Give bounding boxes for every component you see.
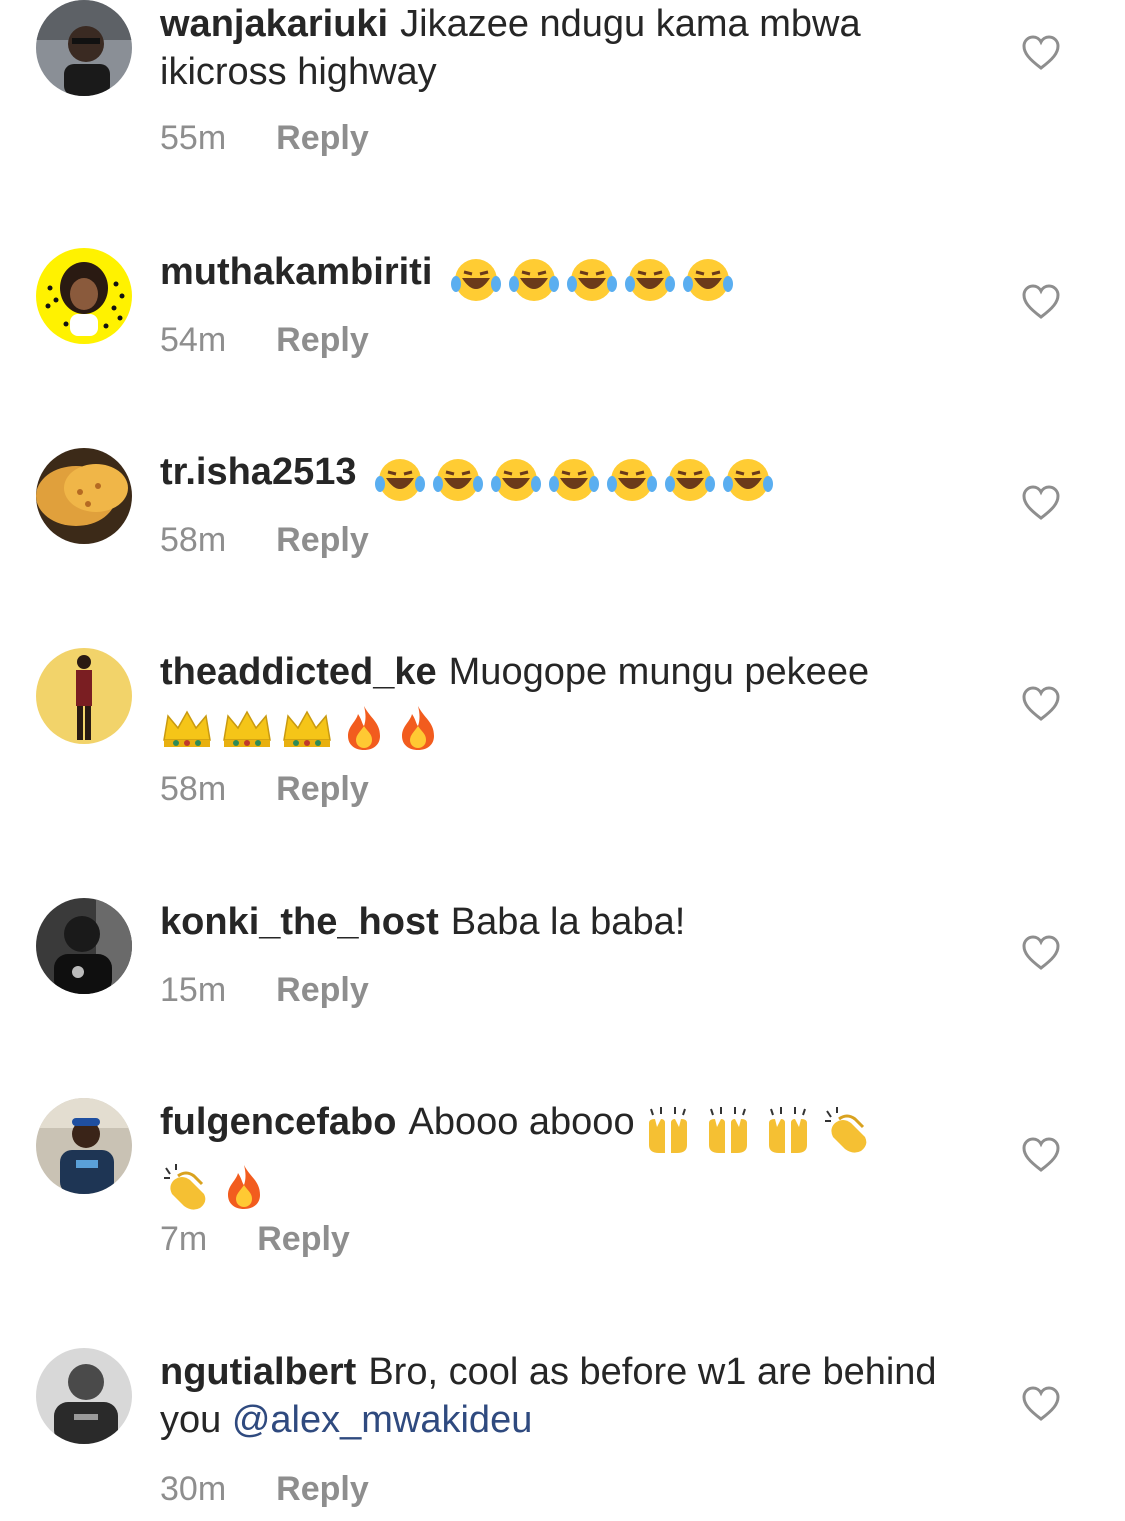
laughing-tears-icon (625, 258, 676, 301)
fire-icon (228, 1164, 260, 1209)
crown-icon (283, 710, 331, 747)
comment-message: Baba la baba! (450, 901, 686, 943)
comment-message: Abooo abooo (408, 1101, 635, 1143)
fire-icon (402, 705, 434, 750)
comment-body: theaddicted_ke Muogope mungu pekeee (160, 648, 980, 752)
heart-outline-icon[interactable] (1021, 686, 1061, 722)
avatar[interactable] (36, 898, 132, 994)
raising-hands-icon (648, 1106, 687, 1153)
crown-icon (223, 710, 271, 747)
comment-time: 58m (160, 770, 227, 808)
avatar[interactable] (36, 448, 132, 544)
laughing-tears-icon (683, 258, 734, 301)
avatar[interactable] (36, 648, 132, 744)
avatar[interactable] (36, 0, 132, 96)
clapping-hands-icon (824, 1106, 866, 1153)
reply-button[interactable]: Reply (276, 970, 369, 1010)
emoji-group (374, 454, 780, 504)
raising-hands-icon (768, 1106, 807, 1153)
laughing-tears-icon (723, 458, 774, 501)
laughing-tears-icon (665, 458, 716, 501)
comment-meta: 30m Reply (160, 1469, 369, 1509)
emoji-group (160, 702, 448, 752)
comment-username[interactable]: fulgencefabo (160, 1101, 396, 1143)
raising-hands-icon (708, 1106, 747, 1153)
avatar[interactable] (36, 248, 132, 344)
fire-icon (348, 705, 380, 750)
reply-button[interactable]: Reply (257, 1219, 350, 1259)
reply-button[interactable]: Reply (276, 1469, 369, 1509)
comment-meta: 15m Reply (160, 970, 369, 1010)
comment-text: wanjakariuki Jikazee ndugu kama mbwa ikic… (160, 0, 980, 96)
emoji-group (450, 254, 740, 304)
comment-meta: 58m Reply (160, 520, 369, 560)
comment-time: 30m (160, 1470, 227, 1508)
comment-username[interactable]: wanjakariuki (160, 3, 388, 45)
comment-username[interactable]: theaddicted_ke (160, 651, 437, 693)
crown-icon (163, 710, 211, 747)
avatar[interactable] (36, 1348, 132, 1444)
comment-body: muthakambiriti (160, 248, 980, 304)
avatar[interactable] (36, 1098, 132, 1194)
comment-body: ngutialbert Bro, cool as before w1 are be… (160, 1348, 980, 1444)
comment-body: fulgencefabo Abooo abooo (160, 1098, 980, 1212)
comment-time: 55m (160, 119, 227, 157)
clapping-hands-icon (164, 1163, 206, 1210)
heart-outline-icon[interactable] (1021, 1386, 1061, 1422)
comment-meta: 54m Reply (160, 320, 369, 360)
reply-button[interactable]: Reply (276, 769, 369, 809)
mention-link[interactable]: @alex_mwakideu (232, 1399, 533, 1441)
comment-text: konki_the_host Baba la baba! (160, 898, 980, 946)
emoji-group (641, 1104, 881, 1155)
reply-button[interactable]: Reply (276, 118, 369, 158)
laughing-tears-icon (549, 458, 600, 501)
comment-body: tr.isha2513 (160, 448, 980, 504)
comment-body: wanjakariuki Jikazee ndugu kama mbwa ikic… (160, 0, 980, 96)
heart-outline-icon[interactable] (1021, 284, 1061, 320)
comment-meta: 55m Reply (160, 118, 369, 158)
comment-time: 7m (160, 1220, 208, 1258)
comment-message: Muogope mungu pekeee (448, 651, 870, 693)
heart-outline-icon[interactable] (1021, 935, 1061, 971)
comment-text: ngutialbert Bro, cool as before w1 are be… (160, 1348, 980, 1444)
comment-text: theaddicted_ke Muogope mungu pekeee (160, 648, 980, 752)
comment-username[interactable]: tr.isha2513 (160, 451, 356, 493)
emoji-group (160, 1161, 274, 1212)
comment-time: 58m (160, 521, 227, 559)
laughing-tears-icon (451, 258, 502, 301)
reply-button[interactable]: Reply (276, 320, 369, 360)
comment-username[interactable]: ngutialbert (160, 1351, 356, 1393)
heart-outline-icon[interactable] (1021, 485, 1061, 521)
laughing-tears-icon (607, 458, 658, 501)
comment-meta: 58m Reply (160, 769, 369, 809)
comment-time: 54m (160, 321, 227, 359)
comment-time: 15m (160, 971, 227, 1009)
comment-meta: 7m Reply (160, 1219, 350, 1259)
comment-text: tr.isha2513 (160, 448, 980, 504)
reply-button[interactable]: Reply (276, 520, 369, 560)
laughing-tears-icon (509, 258, 560, 301)
comment-text: fulgencefabo Abooo abooo (160, 1098, 980, 1212)
comment-username[interactable]: konki_the_host (160, 901, 439, 943)
heart-outline-icon[interactable] (1021, 35, 1061, 71)
laughing-tears-icon (567, 258, 618, 301)
comment-body: konki_the_host Baba la baba! (160, 898, 980, 946)
heart-outline-icon[interactable] (1021, 1137, 1061, 1173)
laughing-tears-icon (491, 458, 542, 501)
comment-text: muthakambiriti (160, 248, 980, 304)
laughing-tears-icon (433, 458, 484, 501)
laughing-tears-icon (375, 458, 426, 501)
comment-username[interactable]: muthakambiriti (160, 251, 432, 293)
